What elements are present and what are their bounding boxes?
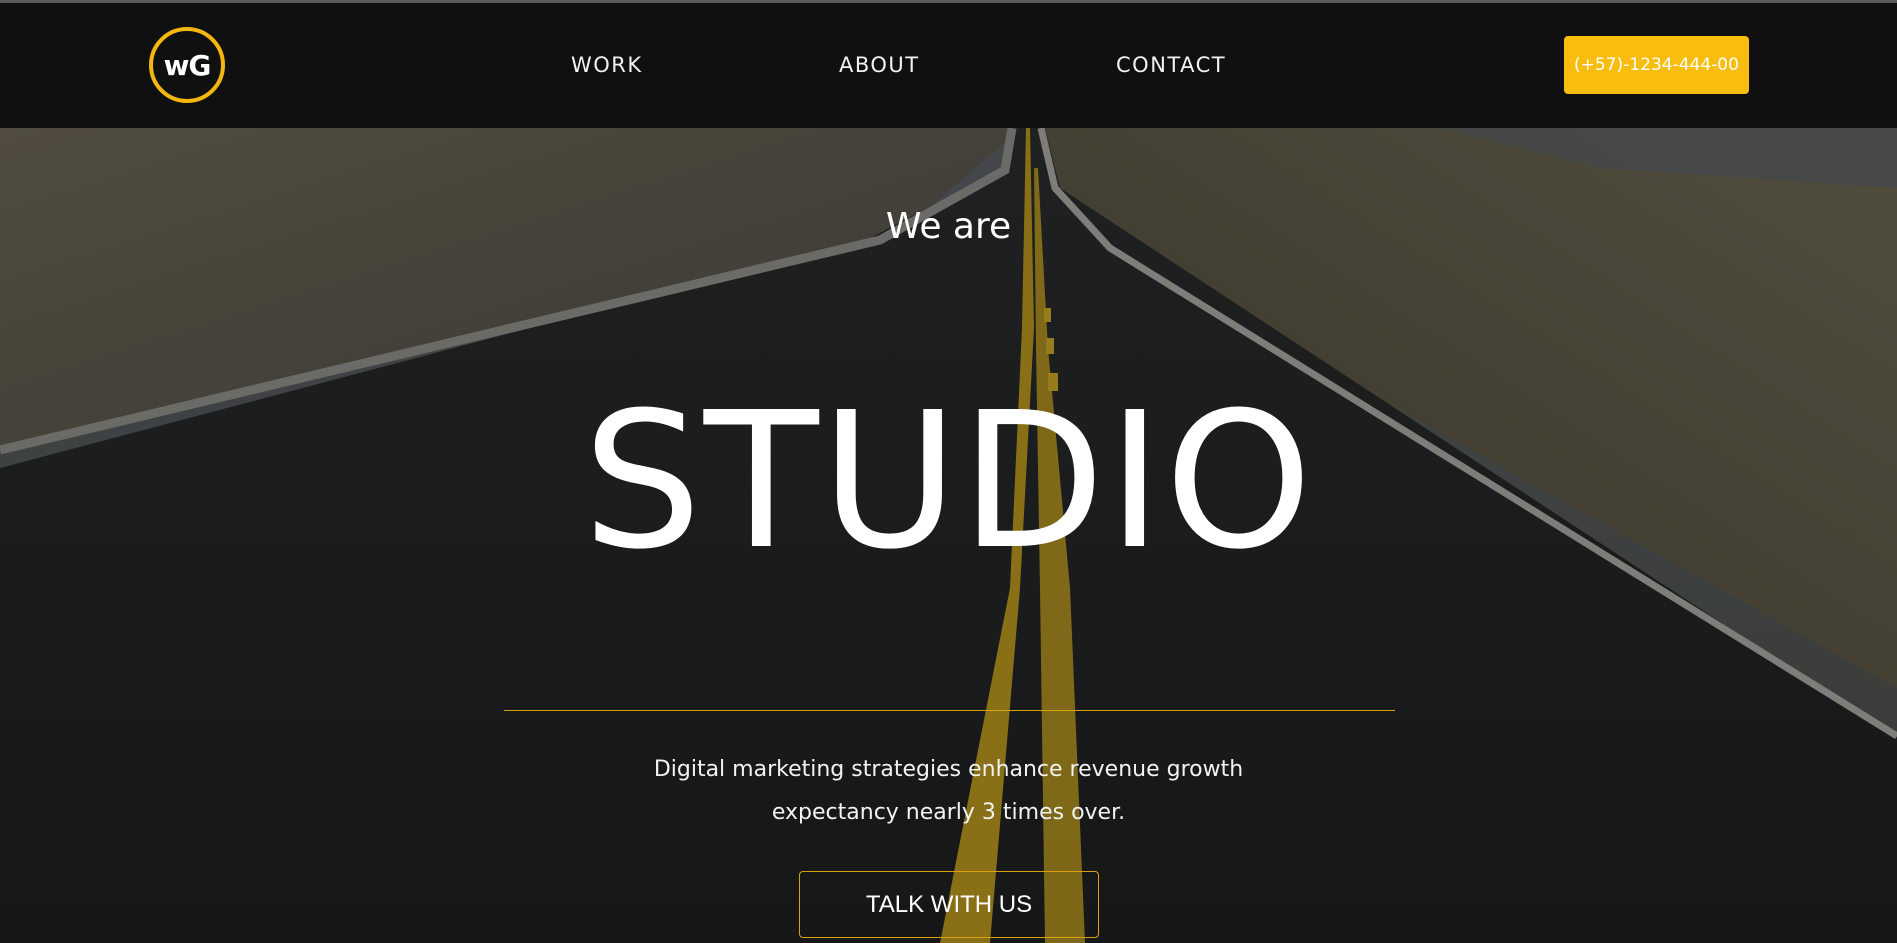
nav-link-contact[interactable]: CONTACT: [1116, 53, 1226, 77]
hero-tagline-line2: expectancy nearly 3 times over.: [771, 800, 1126, 825]
talk-with-us-button[interactable]: TALK WITH US: [799, 871, 1099, 938]
hero-section: We are STUDIO Digital marketing strategi…: [0, 128, 1897, 943]
phone-button[interactable]: (+57)-1234-444-00: [1564, 36, 1749, 94]
logo-icon[interactable]: wG: [149, 27, 225, 103]
hero-headline: STUDIO: [582, 372, 1315, 591]
hero-kicker: We are: [885, 206, 1012, 247]
hero-tagline-line1: Digital marketing strategies enhance rev…: [653, 757, 1244, 782]
page: wG WORK ABOUT CONTACT (+57)-1234-444-00: [0, 0, 1897, 943]
navbar: wG WORK ABOUT CONTACT (+57)-1234-444-00: [0, 3, 1897, 128]
logo-text: wG: [163, 48, 212, 82]
nav-link-about[interactable]: ABOUT: [839, 53, 920, 77]
nav-link-work[interactable]: WORK: [571, 53, 643, 77]
hero-tagline: Digital marketing strategies enhance rev…: [0, 748, 1897, 834]
hero-divider: [504, 710, 1395, 711]
